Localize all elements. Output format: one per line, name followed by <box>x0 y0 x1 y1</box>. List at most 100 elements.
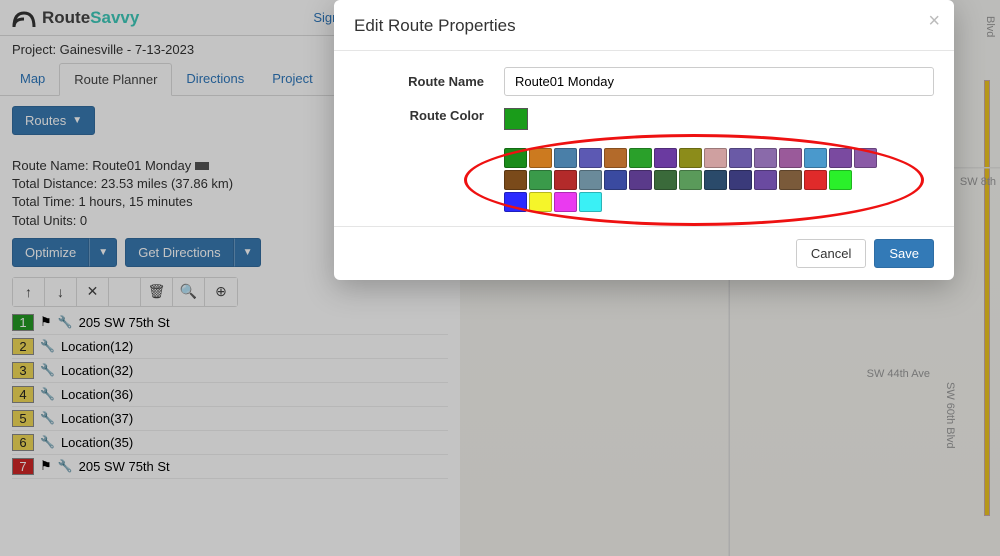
color-swatch[interactable] <box>804 170 827 190</box>
color-swatch[interactable] <box>529 148 552 168</box>
flag-icon: ⚑ <box>40 458 52 474</box>
wrench-icon: 🔧 <box>40 339 55 353</box>
wrench-icon: 🔧 <box>40 363 55 377</box>
stop-toolbar: ↑ ↓ ✕ 🗑 🔍 ⊕ <box>12 277 238 307</box>
color-swatch[interactable] <box>554 170 577 190</box>
get-directions-button[interactable]: Get Directions <box>125 238 233 267</box>
color-swatch[interactable] <box>654 170 677 190</box>
stop-name: Location(12) <box>61 339 133 354</box>
stop-row[interactable]: 6🔧Location(35) <box>12 431 448 455</box>
color-swatch[interactable] <box>704 170 727 190</box>
color-swatch[interactable] <box>654 148 677 168</box>
color-swatch[interactable] <box>629 170 652 190</box>
wrench-icon: 🔧 <box>40 387 55 401</box>
logo-icon <box>10 7 38 29</box>
tab-route-planner[interactable]: Route Planner <box>59 63 172 96</box>
color-swatch[interactable] <box>504 170 527 190</box>
map-label: SW 60th Blvd <box>944 382 956 449</box>
zoom-button[interactable]: 🔍 <box>173 278 205 306</box>
stop-name: Location(37) <box>61 411 133 426</box>
stop-number: 2 <box>12 338 34 355</box>
color-swatch[interactable] <box>579 170 602 190</box>
stop-row[interactable]: 3🔧Location(32) <box>12 359 448 383</box>
caret-down-icon: ▼ <box>72 115 82 126</box>
color-swatch[interactable] <box>754 148 777 168</box>
app-logo: RouteSavvy <box>10 7 139 29</box>
color-swatch[interactable] <box>704 148 727 168</box>
color-swatch[interactable] <box>604 148 627 168</box>
color-swatch[interactable] <box>729 170 752 190</box>
optimize-button-group[interactable]: Optimize ▼ <box>12 238 117 267</box>
save-button[interactable]: Save <box>874 239 934 268</box>
color-swatch[interactable] <box>554 148 577 168</box>
map-label: SW 8th <box>960 176 996 188</box>
color-swatch[interactable] <box>679 148 702 168</box>
color-palette <box>504 148 934 212</box>
stop-name: Location(36) <box>61 387 133 402</box>
color-swatch[interactable] <box>604 170 627 190</box>
route-color-label: Route Color <box>354 108 484 123</box>
color-swatch[interactable] <box>529 170 552 190</box>
map-label: Blvd <box>984 16 996 37</box>
stop-name: 205 SW 75th St <box>79 315 170 330</box>
map-label: SW 44th Ave <box>867 368 930 380</box>
stop-number: 6 <box>12 434 34 451</box>
color-swatch[interactable] <box>804 148 827 168</box>
stop-name: Location(35) <box>61 435 133 450</box>
close-icon[interactable]: × <box>928 10 940 33</box>
optimize-dropdown[interactable]: ▼ <box>89 238 117 267</box>
delete-button[interactable]: 🗑 <box>141 278 173 306</box>
caret-down-icon: ▼ <box>98 247 108 258</box>
stop-row[interactable]: 4 🔧 Location(36) <box>12 383 448 407</box>
color-chip-icon <box>195 162 209 170</box>
tab-directions[interactable]: Directions <box>172 63 258 95</box>
color-swatch[interactable] <box>579 192 602 212</box>
target-button[interactable]: ⊕ <box>205 278 237 306</box>
stop-number: 3 <box>12 362 34 379</box>
color-swatch[interactable] <box>529 192 552 212</box>
color-swatch[interactable] <box>779 148 802 168</box>
color-swatch[interactable] <box>629 148 652 168</box>
route-name-input[interactable] <box>504 67 934 96</box>
modal-title: Edit Route Properties <box>354 16 934 36</box>
color-swatch[interactable] <box>829 170 852 190</box>
color-swatch[interactable] <box>504 192 527 212</box>
move-up-button[interactable]: ↑ <box>13 278 45 306</box>
color-swatch[interactable] <box>829 148 852 168</box>
caret-down-icon: ▼ <box>243 247 253 258</box>
color-swatch[interactable] <box>729 148 752 168</box>
color-swatch[interactable] <box>679 170 702 190</box>
tab-project[interactable]: Project <box>258 63 326 95</box>
stop-number: 1 <box>12 314 34 331</box>
cancel-button[interactable]: Cancel <box>796 239 866 268</box>
map-route-line <box>984 80 990 516</box>
color-swatch[interactable] <box>554 192 577 212</box>
stop-row[interactable]: 1⚑🔧205 SW 75th St <box>12 311 448 335</box>
color-swatch[interactable] <box>854 148 877 168</box>
stop-row[interactable]: 2 🔧 Location(12) <box>12 335 448 359</box>
edit-route-modal: × Edit Route Properties Route Name Route… <box>334 0 954 280</box>
directions-button-group[interactable]: Get Directions ▼ <box>125 238 261 267</box>
stop-number: 7 <box>12 458 34 475</box>
tab-map[interactable]: Map <box>6 63 59 95</box>
color-swatch[interactable] <box>754 170 777 190</box>
stop-row[interactable]: 7 ⚑ 🔧 205 SW 75th St <box>12 455 448 479</box>
color-swatch[interactable] <box>779 170 802 190</box>
optimize-button[interactable]: Optimize <box>12 238 89 267</box>
current-color-swatch[interactable] <box>504 108 528 130</box>
stop-number: 4 <box>12 386 34 403</box>
wrench-icon: 🔧 <box>40 411 55 425</box>
color-swatch[interactable] <box>504 148 527 168</box>
routes-dropdown[interactable]: Routes▼ <box>12 106 95 135</box>
route-name-label: Route Name <box>354 74 484 89</box>
stop-list: 1 ⚑ 🔧 205 SW 75th St 2 🔧 Location(12) 3 🔧 Locatio… <box>0 307 460 483</box>
move-down-button[interactable]: ↓ <box>45 278 77 306</box>
stop-row[interactable]: 5 🔧 Location(37) <box>12 407 448 431</box>
stop-number: 5 <box>12 410 34 427</box>
get-directions-dropdown[interactable]: ▼ <box>234 238 262 267</box>
wrench-icon: 🔧 <box>58 459 73 473</box>
stop-name: 205 SW 75th St <box>79 459 170 474</box>
color-swatch[interactable] <box>579 148 602 168</box>
wrench-icon: 🔧 <box>58 315 73 329</box>
remove-button[interactable]: ✕ <box>77 278 109 306</box>
